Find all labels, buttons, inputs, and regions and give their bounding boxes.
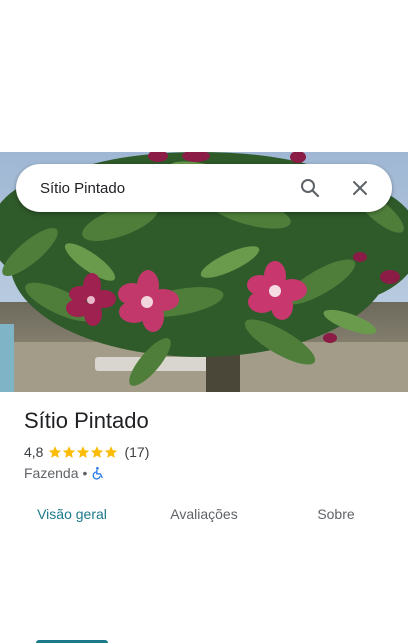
tab-overview[interactable]: Visão geral xyxy=(24,500,120,544)
rating-row[interactable]: 4,8 (17) xyxy=(24,444,149,460)
search-input[interactable]: Sítio Pintado xyxy=(40,180,292,197)
tab-about-label: Sobre xyxy=(317,506,355,522)
review-count: (17) xyxy=(124,444,150,460)
search-button[interactable] xyxy=(292,170,328,206)
star-icon xyxy=(91,446,104,458)
place-title: Sítio Pintado xyxy=(24,408,149,433)
star-rating xyxy=(48,445,118,459)
star-icon xyxy=(63,446,76,458)
place-tabs: Visão geral Avaliações Sobre xyxy=(0,500,408,643)
star-icon xyxy=(77,446,90,458)
search-icon xyxy=(301,179,320,198)
star-icon xyxy=(105,446,118,458)
place-category: Fazenda xyxy=(24,465,79,481)
close-icon xyxy=(353,181,367,195)
category-row: Fazenda • xyxy=(24,465,105,481)
clear-search-button[interactable] xyxy=(342,170,378,206)
star-icon xyxy=(49,446,62,458)
separator: • xyxy=(82,465,88,481)
rating-value: 4,8 xyxy=(24,444,44,460)
top-blank-area xyxy=(0,0,408,152)
tab-reviews-label: Avaliações xyxy=(170,506,238,522)
search-bar[interactable]: Sítio Pintado xyxy=(16,164,392,212)
tab-reviews[interactable]: Avaliações xyxy=(155,500,253,544)
wheelchair-icon xyxy=(93,467,104,480)
tab-about[interactable]: Sobre xyxy=(296,500,376,544)
place-info-panel: Sítio Pintado 4,8 (17) Fazenda • Visão g… xyxy=(0,392,408,643)
tab-overview-label: Visão geral xyxy=(37,506,107,522)
